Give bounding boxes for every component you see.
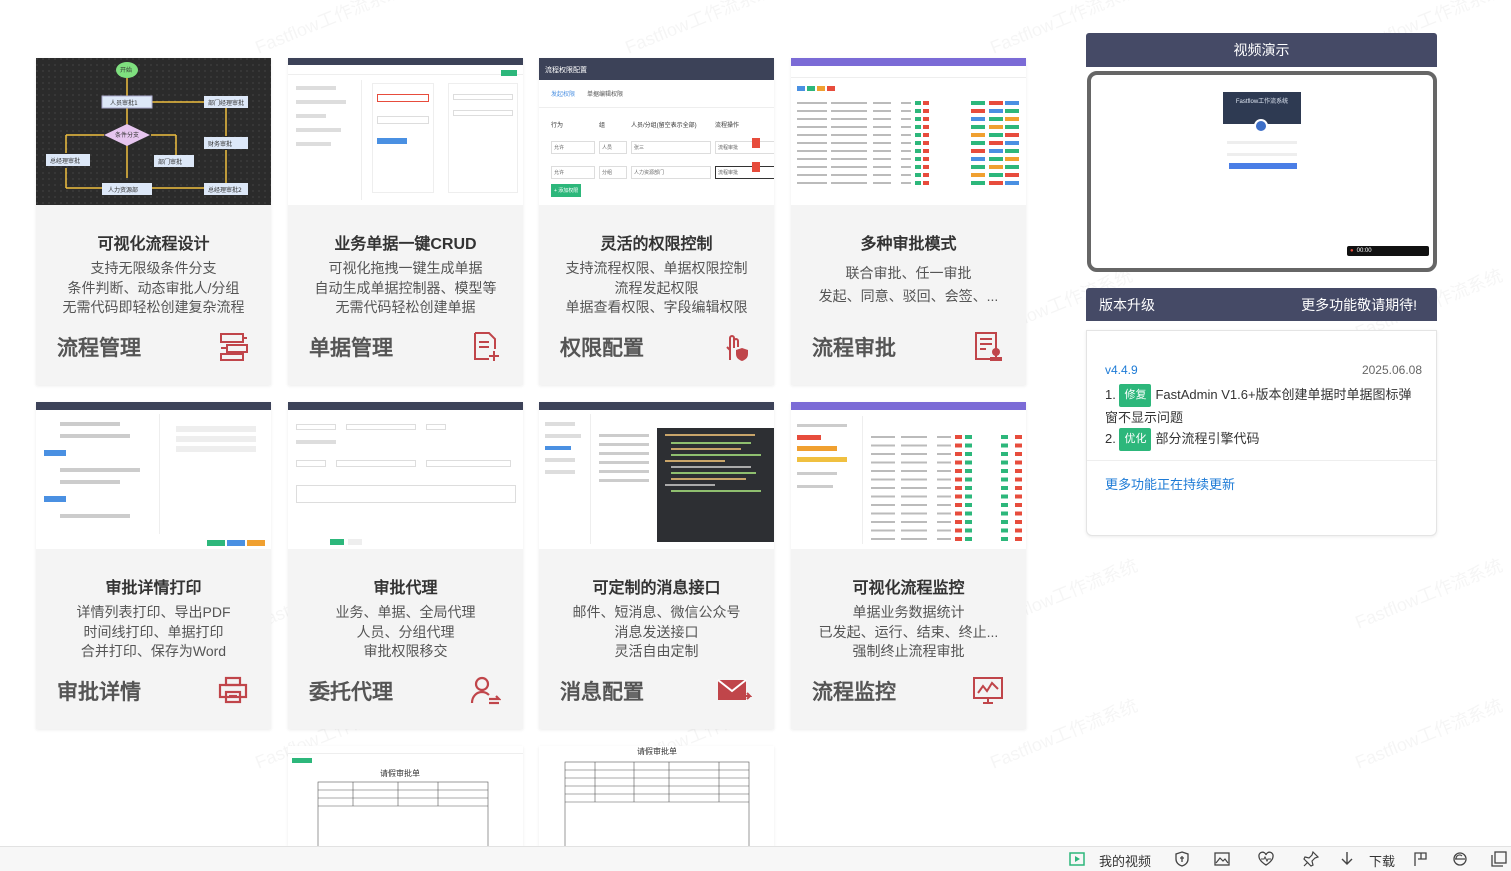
watermark: Fastflow工作流系统 <box>251 0 406 59</box>
changelog-item: 1. 修复 FastAdmin V1.6+版本创建单据时单据图标弹窗不显示问题 <box>1105 384 1423 428</box>
feature-card-crud[interactable]: 业务单据一键CRUD 可视化拖拽一键生成单据 自动生成单据控制器、模型等 无需代码轻… <box>288 58 523 385</box>
card-category: 审批详情 <box>57 681 141 704</box>
shield-icon[interactable] <box>1174 851 1190 867</box>
card-description: 邮件、短消息、微信公众号 消息发送接口 灵活自由定制 <box>572 604 741 659</box>
document-add-icon <box>474 332 499 361</box>
video-header: 视频演示 <box>1086 33 1437 67</box>
video-player[interactable]: Fastflow工作流系统 ● 00:00 <box>1087 71 1437 272</box>
card-description: 详情列表打印、导出PDF 时间线打印、单据打印 合并打印、保存为Word <box>76 604 231 659</box>
optimize-badge: 优化 <box>1119 428 1152 451</box>
flag-icon[interactable] <box>1413 851 1429 867</box>
monitor-chart-icon <box>973 677 1003 704</box>
print-screenshot <box>36 402 271 549</box>
video-controls[interactable]: ● 00:00 <box>1347 246 1429 256</box>
card-description: 支持无限级条件分支 条件判断、动态审批人/分组 无需代码即轻松创建复杂流程 <box>62 260 245 315</box>
feature-card-delegate[interactable]: 审批代理 业务、单据、全局代理 人员、分组代理 审批权限移交 委托代理 <box>288 402 523 729</box>
card-title: 灵活的权限控制 <box>600 236 713 253</box>
card-description: 可视化拖拽一键生成单据 自动生成单据控制器、模型等 无需代码轻松创建单据 <box>314 260 497 315</box>
svg-text:总经理审批: 总经理审批 <box>50 157 80 165</box>
download-link[interactable]: 下载 <box>1369 851 1395 870</box>
svg-text:条件分支: 条件分支 <box>115 131 139 139</box>
card-category: 单据管理 <box>309 337 393 360</box>
card-title: 可视化流程设计 <box>97 236 210 253</box>
flow-diagram-thumbnail: 开始 人员审批1 部门经理审批 条件分支 总经理审批 部门审批 财务审批 人力资… <box>36 58 271 205</box>
svg-text:人员审批1: 人员审批1 <box>110 99 138 107</box>
health-icon[interactable] <box>1258 851 1274 867</box>
card-title: 业务单据一键CRUD <box>334 236 477 253</box>
card-category: 消息配置 <box>560 681 644 704</box>
card-category: 流程监控 <box>812 681 896 704</box>
print-preview-card-1[interactable]: 请假审批单 <box>288 746 523 846</box>
svg-text:财务审批: 财务审批 <box>208 140 232 148</box>
watermark: Fastflow工作流系统 <box>1351 692 1506 775</box>
approval-doc-icon <box>975 332 1002 361</box>
browser-status-bar: 我的视频 下载 <box>0 846 1511 871</box>
changelog-item: 2. 优化 部分流程引擎代码 <box>1105 428 1423 451</box>
printer-icon <box>218 676 248 704</box>
flow-design-screenshot: 开始 人员审批1 部门经理审批 条件分支 总经理审批 部门审批 财务审批 人力资… <box>36 58 271 205</box>
feature-card-flow-design[interactable]: 开始 人员审批1 部门经理审批 条件分支 总经理审批 部门审批 财务审批 人力资… <box>36 58 271 385</box>
record-icon: ● <box>1350 248 1354 254</box>
feature-card-message[interactable]: 可定制的消息接口 邮件、短消息、微信公众号 消息发送接口 灵活自由定制 消息配置 <box>539 402 774 729</box>
card-description: 支持流程权限、单据权限控制 流程发起权限 单据查看权限、字段编辑权限 <box>565 260 748 315</box>
card-category: 流程管理 <box>57 337 141 360</box>
upgrade-header-note: 更多功能敬请期待! <box>1301 296 1417 313</box>
flow-management-icon <box>220 333 248 361</box>
window-icon[interactable] <box>1491 851 1507 867</box>
permission-screenshot: 流程权限配置 发起权限 单据编辑权限 行为组人员/分组(留空表示全部) 流程操作 允… <box>539 58 774 205</box>
version-number: v4.4.9 <box>1105 363 1138 377</box>
card-title: 可定制的消息接口 <box>592 580 721 597</box>
message-mail-icon <box>717 679 752 700</box>
feature-card-monitor[interactable]: 可视化流程监控 单据业务数据统计 已发起、运行、结束、终止... 强制终止流程审批 … <box>791 402 1026 729</box>
svg-text:部门审批: 部门审批 <box>158 158 182 166</box>
download-icon[interactable] <box>1339 851 1355 867</box>
card-description: 单据业务数据统计 已发起、运行、结束、终止... 强制终止流程审批 <box>818 604 999 659</box>
card-category: 委托代理 <box>309 681 393 704</box>
upgrade-header-title: 版本升级 <box>1099 296 1155 313</box>
ie-icon[interactable] <box>1452 851 1468 867</box>
card-title: 可视化流程监控 <box>852 580 965 597</box>
svg-text:总经理审批2: 总经理审批2 <box>208 186 242 194</box>
card-category: 权限配置 <box>560 337 644 360</box>
print-doc-title: 请假审批单 <box>637 747 677 756</box>
feature-card-approval-modes[interactable]: 多种审批模式 联合审批、任一审批 发起、同意、驳回、会签、... 流程审批 <box>791 58 1026 385</box>
permission-hand-icon <box>726 335 748 361</box>
crud-screenshot <box>288 58 523 205</box>
card-title: 审批代理 <box>373 580 438 597</box>
delegate-user-icon <box>470 676 501 705</box>
watermark: Fastflow工作流系统 <box>1351 552 1506 635</box>
delegate-screenshot <box>288 402 523 549</box>
upgrade-panel: v4.4.9 2025.06.08 1. 修复 FastAdmin V1.6+版本… <box>1086 330 1437 536</box>
approval-list-screenshot <box>791 58 1026 205</box>
card-title: 多种审批模式 <box>860 236 957 253</box>
fix-badge: 修复 <box>1119 384 1152 407</box>
video-time: 00:00 <box>1356 248 1372 254</box>
print-preview-card-2[interactable]: 请假审批单 <box>539 746 774 846</box>
card-description: 业务、单据、全局代理 人员、分组代理 审批权限移交 <box>335 604 476 659</box>
video-avatar <box>1254 119 1268 133</box>
card-category: 流程审批 <box>812 337 896 360</box>
video-play-icon[interactable] <box>1069 851 1085 867</box>
feature-card-print[interactable]: 审批详情打印 详情列表打印、导出PDF 时间线打印、单据打印 合并打印、保存为Wor… <box>36 402 271 729</box>
svg-text:人力资源部: 人力资源部 <box>108 186 138 194</box>
watermark: Fastflow工作流系统 <box>621 0 776 59</box>
more-updates-link[interactable]: 更多功能正在持续更新 <box>1105 474 1235 493</box>
message-screenshot <box>539 402 774 549</box>
upgrade-header: 版本升级 更多功能敬请期待! <box>1086 288 1437 321</box>
pin-icon[interactable] <box>1303 851 1319 867</box>
feature-card-permission[interactable]: 流程权限配置 发起权限 单据编辑权限 行为组人员/分组(留空表示全部) 流程操作 允… <box>539 58 774 385</box>
monitor-screenshot <box>791 402 1026 549</box>
svg-text:开始: 开始 <box>120 66 132 74</box>
svg-text:部门经理审批: 部门经理审批 <box>208 99 244 107</box>
card-title: 审批详情打印 <box>105 580 202 597</box>
video-header-title: 视频演示 <box>1233 42 1290 58</box>
image-icon[interactable] <box>1214 851 1230 867</box>
card-description: 联合审批、任一审批 发起、同意、驳回、会签、... <box>818 265 999 304</box>
release-date: 2025.06.08 <box>1361 363 1422 377</box>
my-video-link[interactable]: 我的视频 <box>1099 851 1151 870</box>
